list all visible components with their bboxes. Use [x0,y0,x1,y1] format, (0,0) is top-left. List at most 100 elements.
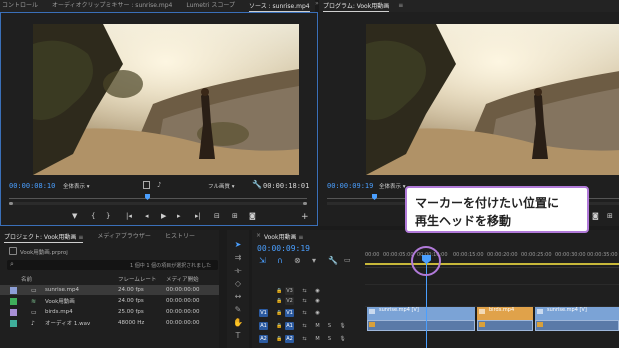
track-lock-icon[interactable]: 🔒 [275,297,284,305]
timeline-tab[interactable]: Vook用動画 ≡ [264,232,303,241]
step-forward-icon[interactable]: ▸ [177,212,181,220]
source-quality-dropdown[interactable]: フル画質 ▾ [208,182,235,190]
column-header-name[interactable]: 名前 [21,275,32,283]
source-patch-v1[interactable]: V1 [259,309,268,317]
tab-source[interactable]: ソース : sunrise.mp4 [242,1,315,12]
ripple-edit-tool-icon[interactable]: ⟛ [233,266,243,276]
label-color-swatch[interactable] [10,297,17,305]
close-icon[interactable]: × [256,232,261,239]
eye-icon[interactable]: ◉ [313,287,322,295]
step-back-icon[interactable]: ◂ [145,212,149,220]
sync-lock-icon[interactable]: ⇆ [300,335,309,343]
linked-selection-icon[interactable]: ⊗ [294,256,301,265]
source-patch-a2[interactable]: A2 [259,335,268,343]
tab-program[interactable]: プログラム: Vook用動画 [319,1,396,12]
track-lock-icon[interactable]: 🔒 [275,287,284,295]
sync-lock-icon[interactable]: ⇆ [300,309,309,317]
tab-media-browser[interactable]: メディアブラウザー [90,231,158,243]
zoom-handle-right[interactable] [303,202,307,205]
track-lock-icon[interactable]: 🔒 [275,309,284,317]
panel-menu-icon[interactable]: ≡ [396,0,405,12]
label-color-swatch[interactable] [10,286,17,294]
solo-button[interactable]: S [325,335,334,343]
add-button-icon[interactable]: + [301,212,309,222]
eye-icon[interactable]: ◉ [313,309,322,317]
sync-lock-icon[interactable]: ⇆ [300,287,309,295]
zoom-handle-left[interactable] [9,202,13,205]
timeline-audio-clip-sunrise-1[interactable] [367,320,475,331]
drag-audio-icon[interactable]: ♪ [157,181,161,189]
eye-icon[interactable]: ◉ [313,297,322,305]
sync-lock-icon[interactable]: ⇆ [300,322,309,330]
project-row-sequence[interactable]: ≋ Vook用動画 24.00 fps 00:00:00:00 [0,296,219,306]
insert-clip-icon[interactable] [143,181,150,189]
timeline-audio-clip-birds[interactable] [477,320,533,331]
track-label-v1[interactable]: V1 [285,309,294,317]
source-patch-a1[interactable]: A1 [259,322,268,330]
track-label-v3[interactable]: V3 [285,287,294,295]
go-to-out-icon[interactable]: ▸| [195,212,201,220]
play-icon[interactable]: ▶ [161,212,166,220]
label-color-swatch[interactable] [10,319,17,327]
overwrite-icon[interactable]: ⊞ [232,212,238,220]
mute-button[interactable]: M [313,322,322,330]
source-zoom-bar[interactable] [9,202,307,205]
tab-lumetri-scopes[interactable]: Lumetri スコープ [179,0,242,12]
track-label-a1[interactable]: A1 [285,322,294,330]
timeline-clip-sunrise-1[interactable]: sunrise.mp4 [V] [367,307,475,321]
tab-project[interactable]: プロジェクト: Vook用動画 ≡ [0,232,90,243]
project-row-audio[interactable]: ♪ オーディオ 1.wav 48000 Hz 00:00:00:00 [0,318,219,328]
track-label-v2[interactable]: V2 [285,297,294,305]
time-ruler[interactable]: 00:00 00:00:05:00 00:00:10:00 00:00:15:0… [365,252,619,268]
razor-tool-icon[interactable]: ◇ [233,279,243,289]
pen-tool-icon[interactable]: ✎ [233,305,243,315]
sync-lock-icon[interactable]: ⇆ [300,297,309,305]
timeline-clip-birds[interactable]: birds.mp4 [477,307,533,321]
project-row-birds[interactable]: ▭ birds.mp4 25.00 fps 00:00:00:00 [0,307,219,317]
camera-icon[interactable]: ◙ [249,212,256,220]
tab-history[interactable]: ヒストリー [158,231,202,243]
type-tool-icon[interactable]: T [233,331,243,341]
nest-icon[interactable]: ⇲ [259,256,266,265]
mark-in-icon[interactable]: { [91,212,95,220]
column-header-framerate[interactable]: フレームレート [118,275,156,283]
captions-icon[interactable]: ▭ [344,256,351,264]
insert-icon[interactable]: ⊟ [214,212,220,220]
source-patch-v3[interactable] [258,286,267,295]
hand-tool-icon[interactable]: ✋ [233,318,243,328]
add-marker-icon[interactable]: ▼ [72,212,77,220]
mark-out-icon[interactable]: } [106,212,110,220]
label-color-swatch[interactable] [10,308,17,316]
microphone-icon[interactable]: 🎙 [338,335,347,343]
slip-tool-icon[interactable]: ↔ [233,292,243,302]
panel-menu-icon[interactable]: ≡ [78,234,83,241]
timeline-audio-clip-sunrise-2[interactable] [535,320,619,331]
solo-button[interactable]: S [325,322,334,330]
settings-icon[interactable]: 🔧 [328,256,338,265]
camera-icon[interactable]: ◙ [592,212,599,220]
snap-icon[interactable]: ∩ [277,256,283,265]
source-timecode-in[interactable]: 00:00:08:10 [9,182,55,190]
source-fit-dropdown[interactable]: 全体表示 ▾ [63,182,90,190]
timeline-clip-sunrise-2[interactable]: sunrise.mp4 [V] [535,307,619,321]
wrench-icon[interactable]: 🔧 [252,180,262,189]
tab-audio-clip-mixer[interactable]: オーディオクリップミキサー : sunrise.mp4 [45,0,179,12]
add-marker-icon[interactable]: ▾ [312,256,316,265]
source-scrub-bar[interactable] [9,198,307,199]
mute-button[interactable]: M [313,335,322,343]
panel-menu-icon[interactable]: ≡ [298,234,303,241]
export-frame-icon[interactable]: ⊞ [607,212,613,220]
tab-effect-controls[interactable]: コントロール [0,0,45,12]
column-header-media-start[interactable]: メディア開始 [166,275,199,283]
program-fit-dropdown[interactable]: 全体表示 ▾ [379,182,406,190]
go-to-in-icon[interactable]: |◂ [126,212,132,220]
track-select-tool-icon[interactable]: ⇉ [233,253,243,263]
track-lock-icon[interactable]: 🔒 [275,322,284,330]
program-timecode[interactable]: 00:00:09:19 [327,182,373,190]
work-area-bar[interactable] [365,263,619,265]
microphone-icon[interactable]: 🎙 [338,322,347,330]
track-lock-icon[interactable]: 🔒 [275,335,284,343]
project-row-sunrise[interactable]: ▭ sunrise.mp4 24.00 fps 00:00:00:00 [0,285,219,295]
timeline-timecode[interactable]: 00:00:09:19 [257,244,310,253]
selection-tool-icon[interactable]: ➤ [233,240,243,250]
